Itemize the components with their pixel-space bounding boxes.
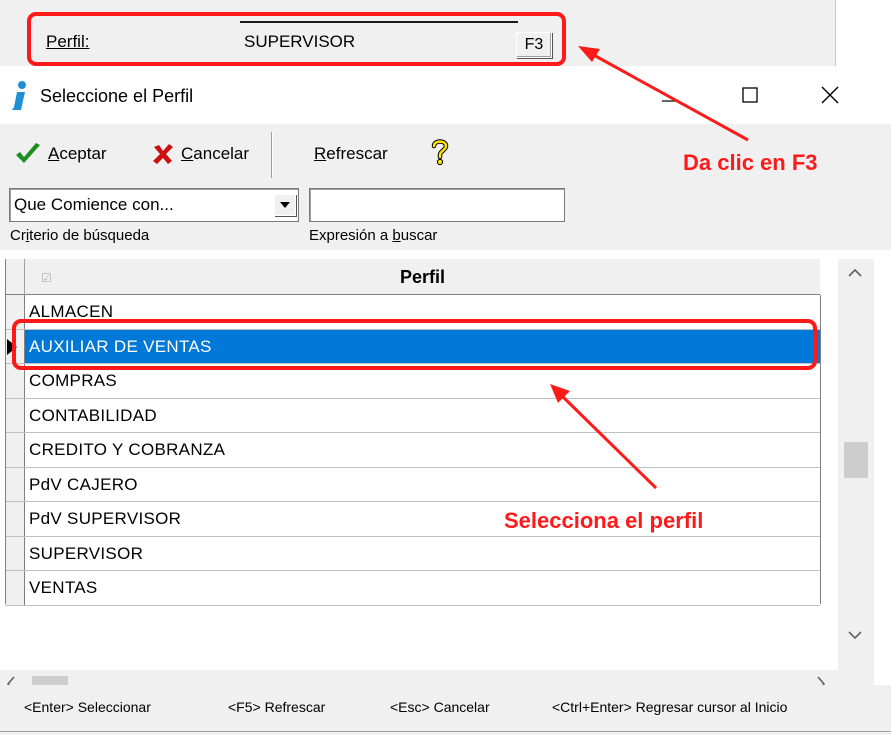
table-row[interactable]: CREDITO Y COBRANZA: [5, 433, 820, 468]
criteria-label: Criterio de búsqueda: [10, 227, 150, 244]
close-icon: [821, 86, 839, 104]
status-hint-ctrl-enter: <Ctrl+Enter> Regresar cursor al Inicio: [552, 699, 788, 715]
table-row[interactable]: SUPERVISOR: [5, 536, 820, 571]
annotation-perfil-text: Selecciona el perfil: [504, 508, 704, 533]
row-perfil-name: VENTAS: [29, 578, 98, 597]
scroll-down-icon[interactable]: [848, 631, 862, 641]
cancelar-button[interactable]: Cancelar: [151, 140, 249, 168]
grid-border: [5, 259, 6, 604]
refrescar-button[interactable]: Refrescar: [314, 140, 388, 168]
row-perfil-name: SUPERVISOR: [29, 543, 144, 563]
table-row[interactable]: PdV CAJERO: [5, 467, 820, 502]
dropdown-arrow-button[interactable]: [274, 194, 296, 216]
row-perfil-name: CONTABILIDAD: [29, 405, 157, 425]
column-header-perfil[interactable]: Perfil: [25, 259, 820, 295]
toolbar-separator: [271, 132, 273, 178]
cancelar-label: Cancelar: [181, 144, 250, 163]
annotation-highlight-row: [12, 319, 817, 370]
status-hint-enter: <Enter> Seleccionar: [24, 699, 151, 715]
check-icon: [16, 143, 40, 163]
annotation-highlight-f3: [27, 12, 566, 66]
aceptar-button[interactable]: Aceptar: [14, 140, 107, 168]
chevron-down-icon: [280, 202, 290, 208]
status-hint-f5: <F5> Refrescar: [228, 699, 326, 715]
help-button[interactable]: [430, 138, 450, 166]
maximize-icon: [742, 87, 758, 103]
row-indicator[interactable]: [5, 433, 25, 467]
scroll-up-icon[interactable]: [848, 267, 862, 277]
grid-header: ☑ Perfil: [5, 259, 820, 295]
info-i-icon: [12, 81, 26, 110]
close-button[interactable]: [800, 72, 860, 118]
minimize-icon: [662, 100, 678, 102]
aceptar-label: Aceptar: [48, 144, 107, 163]
row-indicator[interactable]: [5, 536, 25, 570]
row-perfil-name: PdV SUPERVISOR: [29, 509, 182, 528]
dialog-title: Seleccione el Perfil: [40, 86, 194, 106]
maximize-button[interactable]: [720, 72, 780, 118]
cancel-x-icon: [153, 144, 173, 164]
row-perfil-name: PdV CAJERO: [29, 474, 138, 494]
vertical-scroll-thumb[interactable]: [844, 442, 868, 478]
row-perfil-name: CREDITO Y COBRANZA: [29, 440, 226, 459]
status-bar: <Enter> Seleccionar <F5> Refrescar <Esc>…: [0, 685, 891, 735]
row-indicator[interactable]: [5, 502, 25, 536]
refrescar-label: Refrescar: [314, 144, 388, 163]
row-indicator[interactable]: [5, 467, 25, 501]
criteria-select-value: Que Comience con...: [14, 195, 174, 214]
table-row[interactable]: CONTABILIDAD: [5, 398, 820, 433]
status-bar-border: [0, 731, 891, 732]
expression-search-input[interactable]: [309, 188, 565, 222]
status-hint-esc: <Esc> Cancelar: [390, 699, 490, 715]
help-question-icon: [431, 139, 449, 166]
annotation-f3-text: Da clic en F3: [683, 150, 818, 175]
background-window-edge: [835, 0, 891, 66]
vertical-scrollbar[interactable]: [838, 259, 874, 670]
table-row[interactable]: VENTAS: [5, 571, 820, 606]
header-indicator-cell: [5, 259, 25, 295]
row-indicator[interactable]: [5, 571, 25, 605]
row-indicator[interactable]: [5, 398, 25, 432]
minimize-button[interactable]: [640, 72, 700, 118]
grid-border: [820, 295, 821, 604]
expression-label: Expresión a buscar: [309, 227, 438, 244]
search-area: Que Comience con... Criterio de búsqueda…: [0, 180, 891, 250]
title-bar[interactable]: Seleccione el Perfil: [0, 66, 891, 124]
criteria-select[interactable]: Que Comience con...: [9, 188, 299, 222]
